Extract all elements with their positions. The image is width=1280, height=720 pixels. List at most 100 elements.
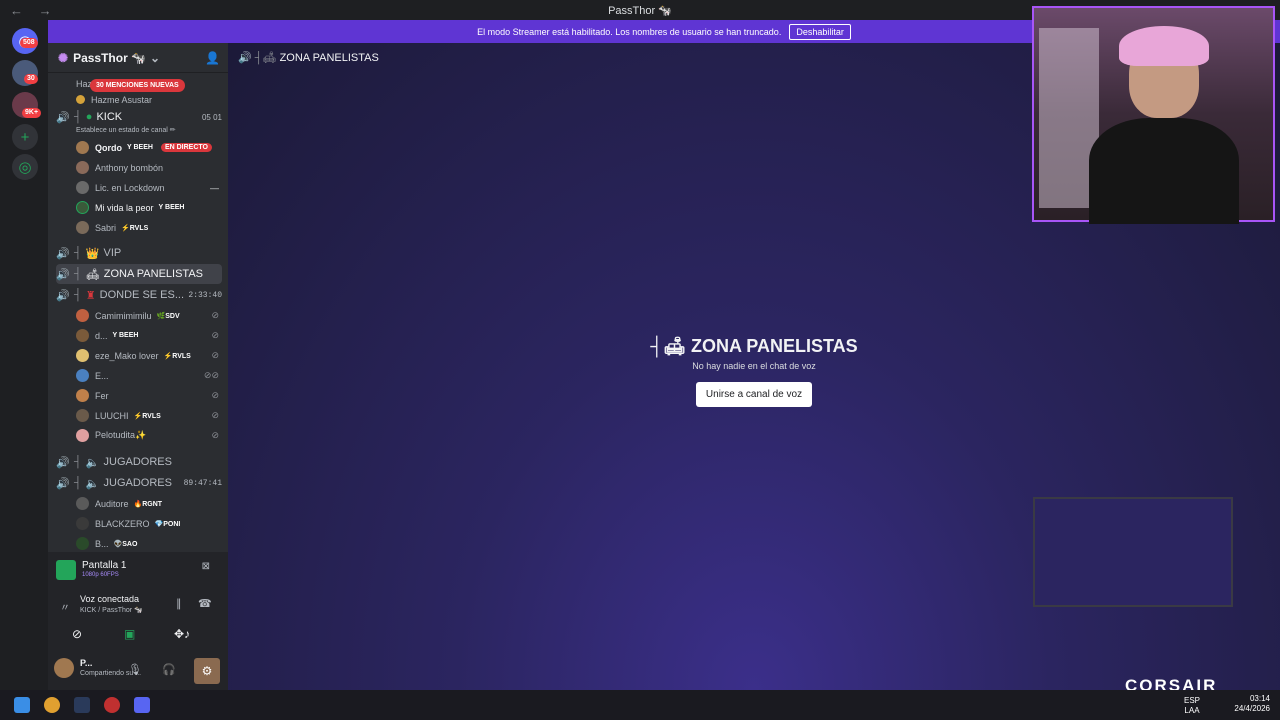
channel-donde[interactable]: 🔊 ┤ ♜ DONDE SE ES... 2:33:40 (56, 285, 222, 305)
speaker-icon: 🔈 (85, 477, 100, 490)
voice-user[interactable]: Lic. en Lockdown — (76, 178, 221, 197)
mic-icon[interactable]: 🎙 (128, 663, 142, 676)
discord-icon[interactable] (134, 697, 150, 713)
mic-off-icon: ⊘ (211, 410, 219, 420)
add-server-icon[interactable]: + (12, 124, 38, 150)
channel-jugadores[interactable]: 🔊 ┤ 🔈 JUGADORES 89:47:41 (56, 473, 222, 493)
disconnect-icon[interactable]: ☎ (198, 597, 212, 610)
mic-off-icon: ⊘ (211, 390, 219, 400)
screen-preview (1033, 497, 1233, 607)
chair-icon: ♜ (85, 289, 96, 302)
user-name: B... (95, 538, 109, 549)
speaker-icon: 🔈 (85, 456, 100, 469)
user-name: eze_Mako lover (95, 350, 159, 361)
screen-share-icon[interactable]: ▣ (124, 627, 135, 641)
voice-user[interactable]: LUUCHI ⚡RVLS ⊘ (76, 406, 221, 425)
system-clock[interactable]: ESP LAA 03:14 24/4/2026 (1184, 694, 1270, 715)
chevron-down-icon: ⌄ (150, 50, 161, 65)
steam-icon[interactable] (74, 697, 90, 713)
date: 24/4/2026 (1234, 704, 1270, 713)
user-name: Lic. en Lockdown (95, 182, 165, 193)
speaker-icon: 🔊 (56, 247, 70, 260)
gear-icon[interactable]: ⚙ (194, 658, 220, 684)
person-hair (1119, 26, 1209, 66)
speaker-icon: 🔊 (56, 456, 70, 469)
user-name: d... (95, 330, 108, 341)
avatar (76, 349, 89, 362)
windows-icon[interactable] (14, 697, 30, 713)
channel-sidebar: ✺ PassThor 🐄 ⌄ 👤 Hazme Reir Hazme Asusta… (48, 43, 228, 690)
disable-button[interactable]: Deshabilitar (789, 23, 851, 40)
voice-user[interactable]: Auditore 🔥RGNT (76, 494, 221, 513)
user-tag: Y BEEH (127, 144, 153, 151)
close-icon[interactable]: ⊠ (202, 561, 210, 572)
mic-off-icon: ⊘ (211, 350, 219, 360)
webcam-overlay (1032, 6, 1275, 224)
camera-off-icon[interactable]: ⊘ (72, 627, 82, 641)
screen-share-icon (56, 560, 76, 580)
avatar (76, 409, 89, 422)
add-member-icon[interactable]: 👤 (205, 51, 220, 65)
couch-icon: 🛋 (85, 268, 100, 281)
voice-user[interactable]: Sabri ⚡RVLS (76, 218, 221, 237)
avatar (76, 389, 89, 402)
join-voice-button[interactable]: Unirse a canal de voz (695, 382, 813, 407)
voice-user[interactable]: B... 👽SAO (76, 534, 221, 553)
avatar[interactable] (54, 658, 74, 678)
user-tag: ⚡RVLS (163, 352, 191, 360)
badge: 9K+ (22, 108, 42, 118)
avatar (76, 429, 89, 442)
user-name: Auditore (95, 498, 129, 509)
screen-title: Pantalla 1 (82, 560, 127, 571)
channel-jugadores[interactable]: 🔊 ┤ 🔈 JUGADORES (56, 452, 222, 472)
activities-icon[interactable]: ✥ (174, 627, 184, 641)
avatar (76, 537, 89, 550)
user-name: BLACKZERO (95, 518, 150, 529)
minus-icon: — (210, 182, 219, 193)
voice-user[interactable]: Pelotudita✨ ⊘ (76, 426, 221, 445)
taskbar (0, 690, 1280, 720)
avatar (76, 141, 89, 154)
avatar (76, 309, 89, 322)
speaker-icon: 🔊 (56, 477, 70, 490)
user-name: P... (80, 658, 93, 668)
channel-zona-panelistas[interactable]: 🔊 ┤ 🛋 ZONA PANELISTAS (56, 264, 222, 284)
voice-user[interactable]: BLACKZERO 💎PONI (76, 514, 221, 533)
channel-label: DONDE SE ES... (99, 289, 185, 301)
soundboard-icon[interactable]: ♪ (184, 627, 190, 641)
channel-label: VIP (103, 247, 122, 259)
voice-user[interactable]: d... Y BEEH ⊘ (76, 326, 221, 345)
channel-status[interactable]: Establece un estado de canal ✏ (76, 124, 221, 136)
explore-icon[interactable]: ◎ (12, 154, 38, 180)
banner-text: El modo Streamer está habilitado. Los no… (477, 26, 782, 37)
guild-header[interactable]: ✺ PassThor 🐄 ⌄ 👤 (48, 43, 228, 73)
headphones-icon[interactable]: 🎧 (162, 663, 176, 676)
new-mentions-badge[interactable]: 30 MENCIONES NUEVAS (90, 79, 185, 92)
voice-user[interactable]: Fer ⊘ (76, 386, 221, 405)
time: 03:14 (1249, 694, 1270, 703)
channel-vip[interactable]: 🔊 ┤ 👑 VIP (56, 243, 222, 263)
couch-icon: ┤🛋 (650, 336, 691, 356)
timer: 2:33:40 (188, 290, 222, 300)
voice-user[interactable]: Anthony bombón (76, 158, 221, 177)
guild-icon: ✺ (58, 50, 69, 65)
app-icon[interactable] (104, 697, 120, 713)
voice-user[interactable]: Camimimimilu 🌿SDV ⊘ (76, 306, 221, 325)
voice-user[interactable]: Qordo Y BEEH EN DIRECTO (76, 138, 221, 157)
chrome-icon[interactable] (44, 697, 60, 713)
user-name: Camimimimilu (95, 310, 152, 321)
noise-suppress-icon[interactable]: ∥ (176, 597, 182, 610)
divider: ┤ (74, 289, 82, 301)
screen-quality: 1080p 60FPS (82, 572, 119, 578)
channel-label: JUGADORES (103, 456, 172, 468)
divider: ┤ (74, 247, 82, 259)
voice-status[interactable]: Voz conectada (80, 594, 139, 604)
voice-user[interactable]: eze_Mako lover ⚡RVLS ⊘ (76, 346, 221, 365)
user-tag: Y BEEH (158, 204, 185, 211)
voice-user[interactable]: Mi vida la peor Y BEEH (76, 198, 221, 217)
user-tag: 💎PONI (154, 520, 181, 528)
voice-user[interactable]: E... ⊘⊘ (76, 366, 221, 385)
user-name: Mi vida la peor (95, 202, 154, 213)
voice-channel: KICK / PassThor 🐄 (80, 607, 143, 614)
speaker-icon: 🔊 (56, 289, 70, 302)
